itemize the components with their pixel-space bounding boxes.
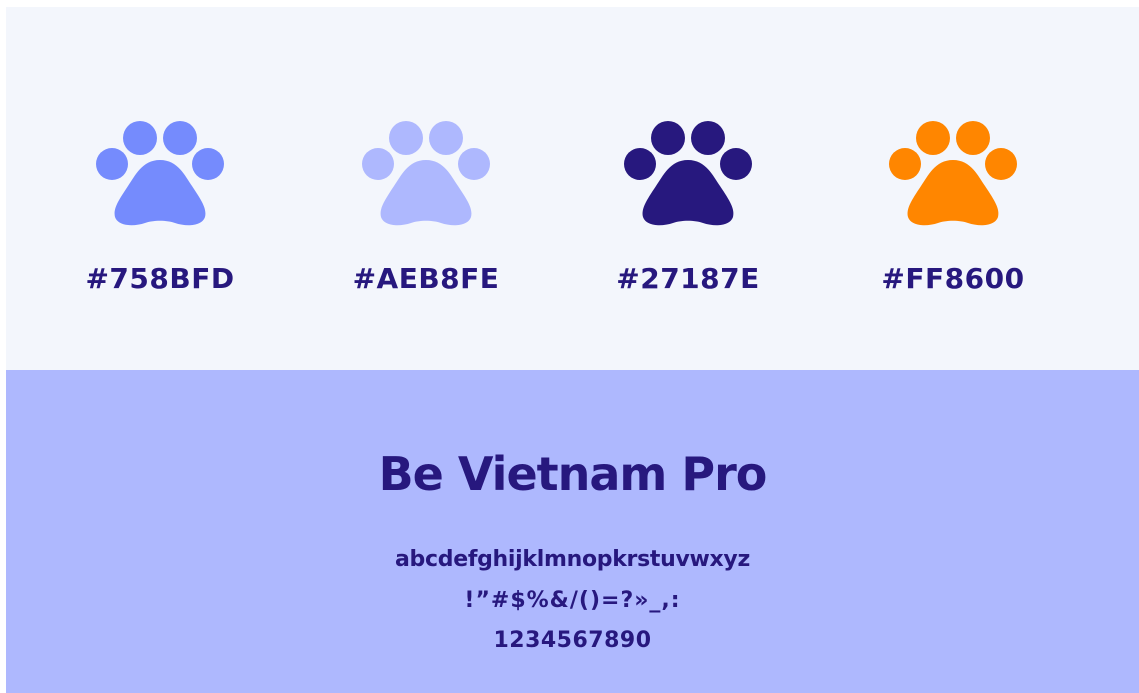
typography-section: Be Vietnam Pro abcdefghijklmnopkrstuvwxy… [6, 370, 1139, 693]
digits-sample: 1234567890 [493, 628, 652, 653]
swatch-label: #27187E [616, 262, 760, 295]
paw-icon [96, 121, 224, 226]
paw-icon [889, 121, 1017, 226]
symbols-sample: !”#$%&/()=?»_,: [464, 588, 681, 613]
color-palette-section: #758BFD #AEB8FE #27187E #FF8600 [6, 7, 1139, 370]
brand-board: #758BFD #AEB8FE #27187E #FF8600 Be Vietn… [6, 7, 1139, 693]
swatch-4: #FF8600 [853, 114, 1053, 304]
swatch-label: #AEB8FE [352, 262, 500, 295]
lowercase-sample: abcdefghijklmnopkrstuvwxyz [395, 547, 750, 572]
paw-icon [362, 121, 490, 226]
paw-icon [624, 121, 752, 226]
swatch-3: #27187E [588, 114, 788, 304]
swatch-2: #AEB8FE [326, 114, 526, 304]
swatch-label: #758BFD [85, 262, 235, 295]
font-name-heading: Be Vietnam Pro [378, 447, 768, 501]
swatch-label: #FF8600 [881, 262, 1025, 295]
swatch-1: #758BFD [60, 114, 260, 304]
